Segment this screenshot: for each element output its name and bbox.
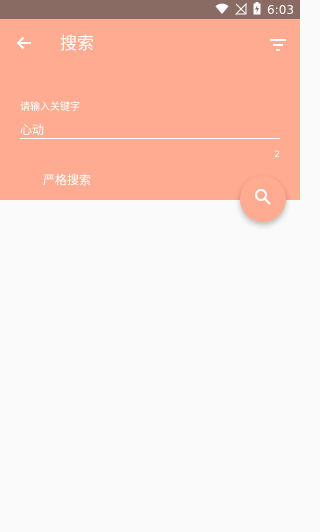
signal-icon <box>234 0 247 19</box>
battery-charging-icon <box>253 0 261 19</box>
character-counter: 2 <box>274 150 280 160</box>
strict-search-option[interactable]: 严格搜索 <box>43 172 91 188</box>
app-bar: 搜索 请输入关键字 2 严格搜索 <box>0 19 300 200</box>
back-button[interactable] <box>10 31 38 59</box>
search-fab-button[interactable] <box>240 176 286 222</box>
search-input-underline <box>20 138 280 139</box>
status-bar: 6:03 <box>0 0 300 19</box>
arrow-back-icon <box>16 35 32 55</box>
status-icons: 6:03 <box>215 1 294 18</box>
status-time: 6:03 <box>267 2 294 17</box>
page-title: 搜索 <box>60 34 94 54</box>
search-field-label: 请输入关键字 <box>20 102 80 113</box>
search-icon <box>254 188 272 210</box>
search-input[interactable] <box>20 119 280 139</box>
wifi-icon <box>215 0 229 19</box>
filter-button[interactable] <box>264 31 292 59</box>
filter-list-icon <box>270 36 286 55</box>
